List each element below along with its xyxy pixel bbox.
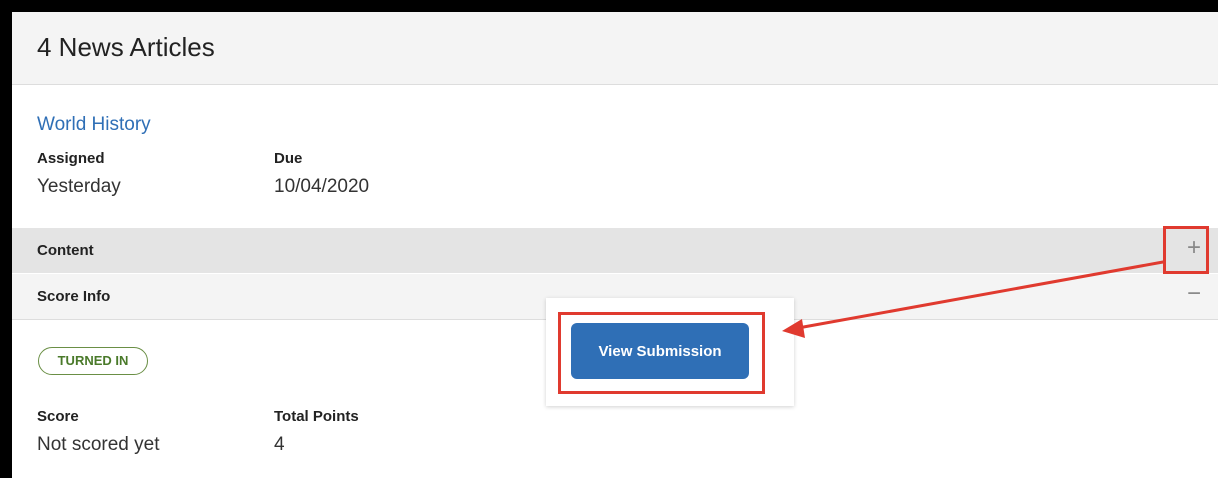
- score-label: Score: [37, 408, 79, 425]
- score-info-section-label: Score Info: [37, 288, 111, 305]
- total-points-label: Total Points: [274, 408, 359, 425]
- content-section-label: Content: [37, 242, 94, 259]
- score-value: Not scored yet: [37, 434, 160, 455]
- due-value: 10/04/2020: [274, 176, 370, 197]
- page-title: 4 News Articles: [37, 32, 215, 62]
- assignment-panel: 4 News Articles World History Assigned Y…: [12, 12, 1218, 478]
- due-label: Due: [274, 150, 303, 167]
- callout-highlight-plus: [1163, 226, 1209, 274]
- callout-highlight-button: [558, 312, 765, 394]
- content-section-header[interactable]: Content +: [12, 228, 1218, 273]
- title-bar: 4 News Articles: [12, 12, 1218, 85]
- assigned-value: Yesterday: [37, 176, 121, 197]
- collapse-minus-icon[interactable]: −: [1187, 282, 1201, 306]
- assigned-label: Assigned: [37, 150, 105, 167]
- total-points-value: 4: [274, 434, 285, 455]
- status-badge: TURNED IN: [38, 347, 148, 375]
- course-link[interactable]: World History: [37, 114, 151, 136]
